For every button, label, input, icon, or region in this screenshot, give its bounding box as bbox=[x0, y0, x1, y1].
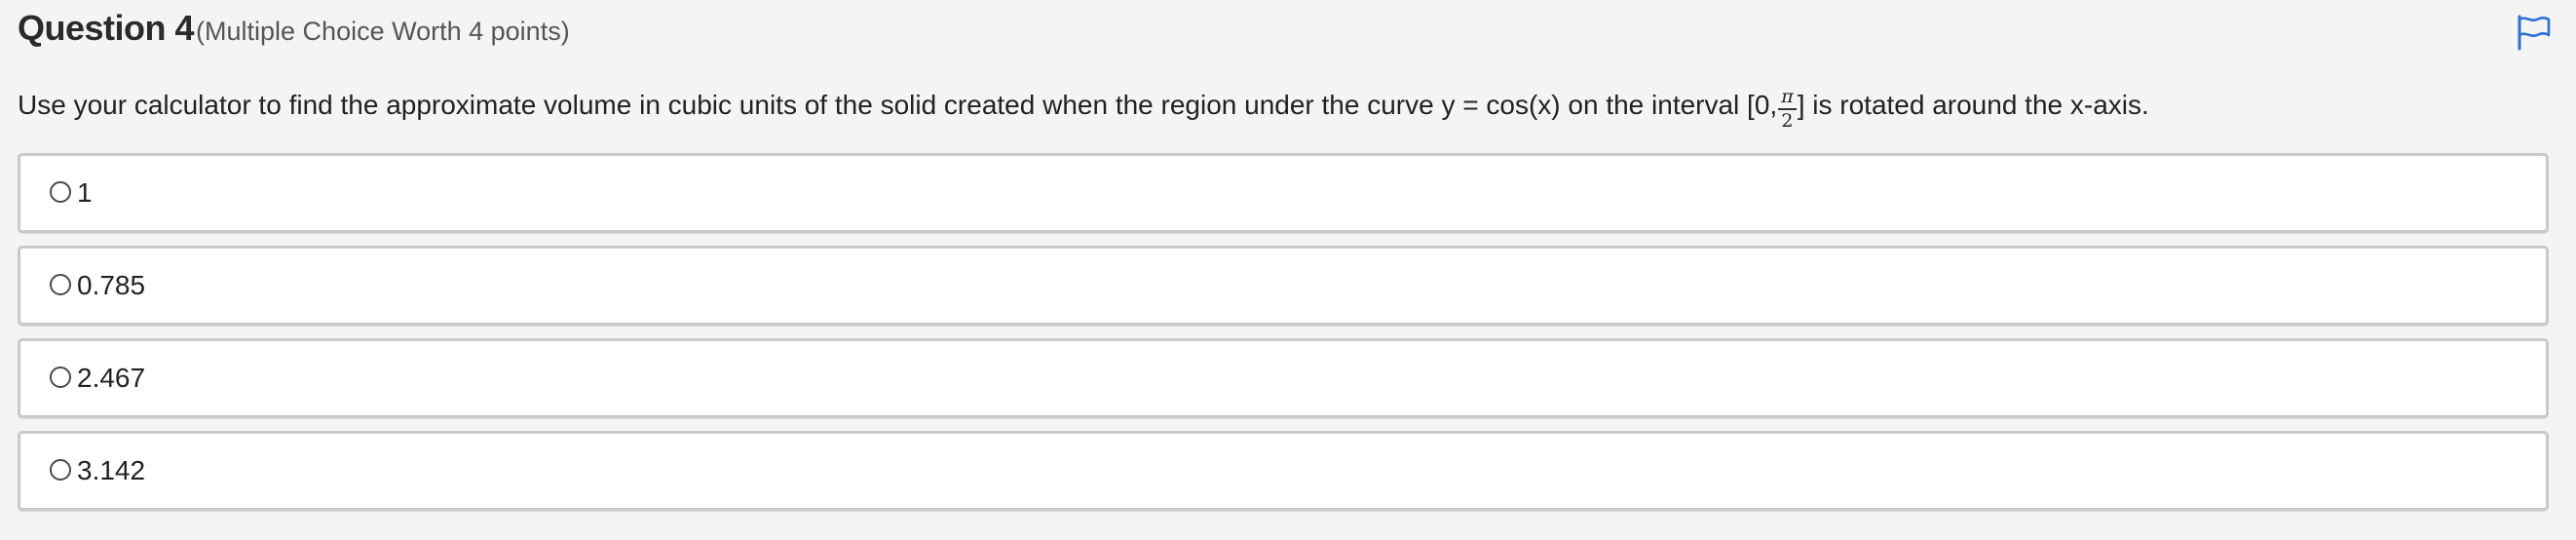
fraction-numerator: π bbox=[1778, 88, 1797, 110]
answer-label: 0.785 bbox=[77, 270, 146, 300]
answer-option-3[interactable]: 2.467 bbox=[18, 338, 2549, 418]
question-points: (Multiple Choice Worth 4 points) bbox=[196, 17, 570, 46]
answer-label: 3.142 bbox=[77, 455, 146, 485]
radio-button[interactable] bbox=[50, 459, 71, 481]
pi-over-two-fraction: π 2 bbox=[1778, 88, 1797, 131]
answer-label: 1 bbox=[77, 177, 93, 208]
radio-button[interactable] bbox=[50, 274, 71, 295]
answer-option-4[interactable]: 3.142 bbox=[18, 431, 2549, 511]
question-title: Question 4 bbox=[18, 8, 195, 48]
answer-option-1[interactable]: 1 bbox=[18, 153, 2549, 233]
question-prompt: Use your calculator to find the approxim… bbox=[18, 76, 2149, 135]
answer-choices: 1 0.785 2.467 3.142 bbox=[18, 153, 2549, 523]
question-header: Question 4 (Multiple Choice Worth 4 poin… bbox=[18, 8, 570, 58]
prompt-text-start: Use your calculator to find the approxim… bbox=[18, 90, 1778, 120]
answer-label: 2.467 bbox=[77, 363, 146, 393]
prompt-text-end: ] is rotated around the x-axis. bbox=[1797, 90, 2149, 120]
answer-option-2[interactable]: 0.785 bbox=[18, 246, 2549, 326]
radio-button[interactable] bbox=[50, 366, 71, 388]
radio-button[interactable] bbox=[50, 181, 71, 203]
fraction-denominator: 2 bbox=[1781, 110, 1794, 132]
flag-icon bbox=[2518, 15, 2551, 51]
flag-question-button[interactable] bbox=[2516, 14, 2553, 51]
